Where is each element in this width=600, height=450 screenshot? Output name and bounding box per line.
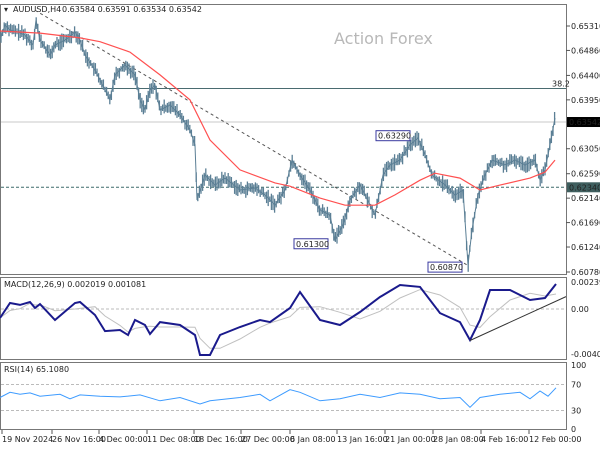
y-tick-label: 0.61690 <box>571 219 600 228</box>
price-annotation-label: 0.61300 <box>296 240 329 249</box>
macd-y-tick-label: -0.004021 <box>571 350 600 359</box>
price-annotation-label: 0.63290 <box>378 132 411 141</box>
x-tick-label: 11 Dec 08:00 <box>147 435 201 444</box>
y-tick-label: 0.62140 <box>571 194 600 203</box>
price-annotation-label: 0.60870 <box>430 263 463 272</box>
x-tick-label: 28 Jan 08:00 <box>433 435 484 444</box>
price-tag-label: 0.63542 <box>569 118 600 127</box>
chart-canvas: Action Forex 38.2 0.63290 0.61300 0.60870 0… <box>0 4 600 444</box>
y-tick-label: 0.60780 <box>571 268 600 277</box>
main-panel-frame <box>0 4 567 275</box>
x-tick-label: 21 Jan 00:00 <box>385 435 436 444</box>
x-tick-label: 4 Dec 00:00 <box>99 435 148 444</box>
macd-y-tick-label: 0.002399 <box>571 278 600 287</box>
y-tick-label: 0.61240 <box>571 243 600 252</box>
x-tick-label: 6 Jan 08:00 <box>290 435 336 444</box>
y-tick-label: 0.62590 <box>571 170 600 179</box>
rsi-title: RSI(14) 65.1080 <box>4 365 69 374</box>
macd-title: MACD(12,26,9) 0.002019 0.001081 <box>4 280 146 289</box>
rsi-y-tick-label: 100 <box>571 361 586 370</box>
x-tick-label: 19 Nov 2024 <box>2 435 53 444</box>
rsi-panel-frame <box>0 362 567 430</box>
x-tick-label: 13 Jan 16:00 <box>337 435 388 444</box>
x-tick-label: 12 Feb 00:00 <box>529 435 581 444</box>
fib-level-label: 38.2 <box>552 79 570 88</box>
macd-y-tick-label: 0.00 <box>571 305 589 314</box>
rsi-y-tick-label: 70 <box>571 381 581 390</box>
x-tick-label: 18 Dec 16:00 <box>194 435 248 444</box>
y-tick-label: 0.63950 <box>571 96 600 105</box>
symbol-dropdown-icon[interactable]: ▾ <box>4 5 8 14</box>
watermark: Action Forex <box>334 29 433 48</box>
rsi-y-tick-label: 30 <box>571 407 581 416</box>
x-tick-label: 4 Feb 16:00 <box>481 435 528 444</box>
y-tick-label: 0.64400 <box>571 71 600 80</box>
symbol-label: AUDUSD,H4 <box>13 5 61 14</box>
y-tick-label: 0.65310 <box>571 22 600 31</box>
y-tick-label: 0.64860 <box>571 46 600 55</box>
rsi-y-tick-label: 0 <box>571 425 576 434</box>
x-tick-label: 27 Dec 00:00 <box>241 435 295 444</box>
price-tag-label: 0.62340 <box>569 183 600 192</box>
y-tick-label: 0.63050 <box>571 145 600 154</box>
ohlc-readout: 0.63584 0.63591 0.63534 0.63542 <box>62 5 202 14</box>
x-tick-label: 26 Nov 16:00 <box>52 435 106 444</box>
